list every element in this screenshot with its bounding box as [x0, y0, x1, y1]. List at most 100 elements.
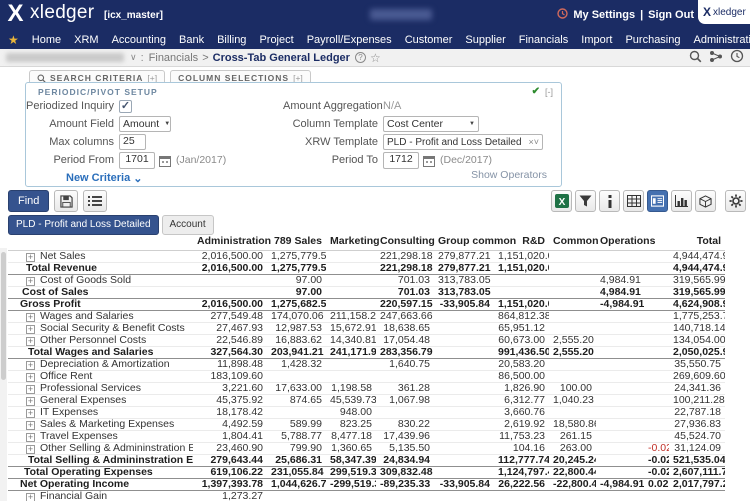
expand-icon[interactable]: + [26, 397, 35, 406]
vertical-scrollbar[interactable] [0, 248, 7, 501]
scrollbar-thumb[interactable] [1, 252, 6, 380]
menu-item-purchasing[interactable]: Purchasing [625, 34, 680, 46]
chevron-down-icon[interactable]: ∨ [130, 52, 137, 63]
cell-value: 1,040.23 [549, 395, 596, 407]
cell-value [596, 323, 644, 335]
column-header[interactable]: Common [549, 233, 596, 251]
cell-value: 5,788.77 [267, 431, 326, 443]
column-header[interactable]: Total [669, 233, 725, 251]
expand-icon[interactable]: + [26, 337, 35, 346]
table-row: +General Expenses45,375.92874.6545,539.7… [8, 395, 725, 407]
menu-item-customer[interactable]: Customer [405, 34, 453, 46]
calendar-icon[interactable] [423, 154, 435, 166]
favorite-toggle-icon[interactable]: ☆ [370, 51, 381, 65]
expand-icon[interactable]: + [26, 361, 35, 370]
cell-value [596, 311, 644, 323]
expand-icon[interactable]: + [26, 253, 35, 262]
chevron-down-icon[interactable]: ˅ [534, 137, 539, 147]
clock-icon[interactable] [730, 49, 744, 66]
menu-item-xrm[interactable]: XRM [74, 34, 98, 46]
max-columns-input[interactable]: 25 [119, 134, 146, 150]
menu-item-accounting[interactable]: Accounting [112, 34, 166, 46]
new-criteria-link[interactable]: New Criteria ⌄ [66, 172, 142, 185]
cube-view-button[interactable] [695, 190, 716, 212]
breadcrumb-path[interactable]: Financials [149, 52, 199, 64]
period-to-input[interactable]: 1712 [383, 152, 419, 169]
menu-item-payroll-expenses[interactable]: Payroll/Expenses [307, 34, 392, 46]
expand-icon[interactable]: + [26, 433, 35, 442]
period-from-input[interactable]: 1701 [119, 152, 155, 169]
menu-item-import[interactable]: Import [581, 34, 612, 46]
periodized-inquiry-checkbox[interactable]: ✓ [119, 100, 132, 113]
column-header[interactable]: Marketing [326, 233, 376, 251]
info-button[interactable] [599, 190, 620, 212]
cell-value: 521,535.04 [669, 455, 725, 467]
expand-icon[interactable]: + [26, 445, 35, 454]
cell-value: -22,800.44 [549, 479, 596, 491]
find-button[interactable]: Find [8, 190, 49, 212]
calendar-icon[interactable] [159, 154, 171, 166]
table-view-button[interactable] [623, 190, 644, 212]
column-header[interactable]: Operations [596, 233, 644, 251]
favorites-star-icon[interactable]: ★ [8, 34, 19, 46]
cell-value [326, 263, 376, 275]
menu-item-bank[interactable]: Bank [179, 34, 204, 46]
share-icon[interactable] [709, 50, 723, 66]
cell-value: 3,660.76 [494, 407, 549, 419]
expand-icon[interactable]: + [26, 385, 35, 394]
cell-value: 2,555.20 [549, 335, 596, 347]
menu-item-supplier[interactable]: Supplier [465, 34, 505, 46]
expand-icon[interactable]: + [26, 493, 35, 501]
cell-value: 211,158.21 [326, 311, 376, 323]
cell-value: 14,340.81 [326, 335, 376, 347]
column-header[interactable]: Group common [434, 233, 494, 251]
xrw-template-select[interactable]: PLD - Profit and Loss Detailed ×˅ [383, 134, 543, 150]
cell-value: 589.99 [267, 419, 326, 431]
export-excel-button[interactable]: X [551, 190, 572, 212]
panel-title: PERIODIC/PIVOT SETUP [38, 87, 158, 97]
column-header[interactable]: Administration 789 [193, 233, 267, 251]
expand-icon[interactable]: + [26, 277, 35, 286]
cell-value: 0.02 [644, 479, 669, 491]
cell-value: 20,245.24 [549, 455, 596, 467]
table-row: Gross Profit2,016,500.001,275,682.54220,… [8, 299, 725, 311]
history-icon[interactable] [557, 8, 568, 22]
cell-value [549, 263, 596, 275]
top-bar: X xledger [icx_master] My Settings | Sig… [0, 0, 750, 49]
xledger-logo-icon[interactable]: X [5, 4, 26, 25]
cell-value: -0.02 [644, 443, 669, 455]
brand-name[interactable]: xledger [30, 2, 94, 24]
menu-item-financials[interactable]: Financials [519, 34, 569, 46]
sign-out-link[interactable]: Sign Out [648, 9, 694, 21]
column-header[interactable]: Consulting [376, 233, 434, 251]
menu-item-billing[interactable]: Billing [217, 34, 246, 46]
show-operators-link[interactable]: Show Operators [471, 169, 547, 181]
collapse-button[interactable]: [-] [545, 87, 553, 97]
view-tab-pld-profit-and-loss-detailed[interactable]: PLD - Profit and Loss Detailed [8, 215, 159, 235]
search-icon[interactable] [689, 50, 702, 66]
cell-value: 221,298.18 [376, 263, 434, 275]
help-icon[interactable]: ? [355, 52, 366, 63]
cell-value: -4,984.91 [596, 479, 644, 491]
menu-item-home[interactable]: Home [32, 34, 61, 46]
cell-value: 231,055.84 [267, 467, 326, 479]
column-template-select[interactable]: Cost Center ▼ [383, 116, 479, 132]
expand-icon[interactable]: + [26, 373, 35, 382]
expand-icon[interactable]: + [26, 421, 35, 430]
settings-button[interactable] [725, 190, 746, 212]
cell-value: 1,151,020.00 [494, 299, 549, 311]
chart-view-button[interactable] [671, 190, 692, 212]
pivot-view-button[interactable] [647, 190, 668, 212]
expand-icon[interactable]: + [26, 313, 35, 322]
expand-icon[interactable]: + [26, 325, 35, 334]
menu-item-project[interactable]: Project [259, 34, 293, 46]
menu-item-administration[interactable]: Administration [694, 34, 750, 46]
expand-icon[interactable]: + [26, 409, 35, 418]
my-settings-link[interactable]: My Settings [573, 9, 635, 21]
amount-field-select[interactable]: Amount ▼ [119, 116, 171, 132]
saved-queries-button[interactable] [83, 190, 107, 212]
filter-button[interactable] [575, 190, 596, 212]
cell-value: 701.03 [376, 287, 434, 299]
save-button[interactable] [54, 190, 78, 212]
view-tab-account[interactable]: Account [162, 215, 214, 235]
